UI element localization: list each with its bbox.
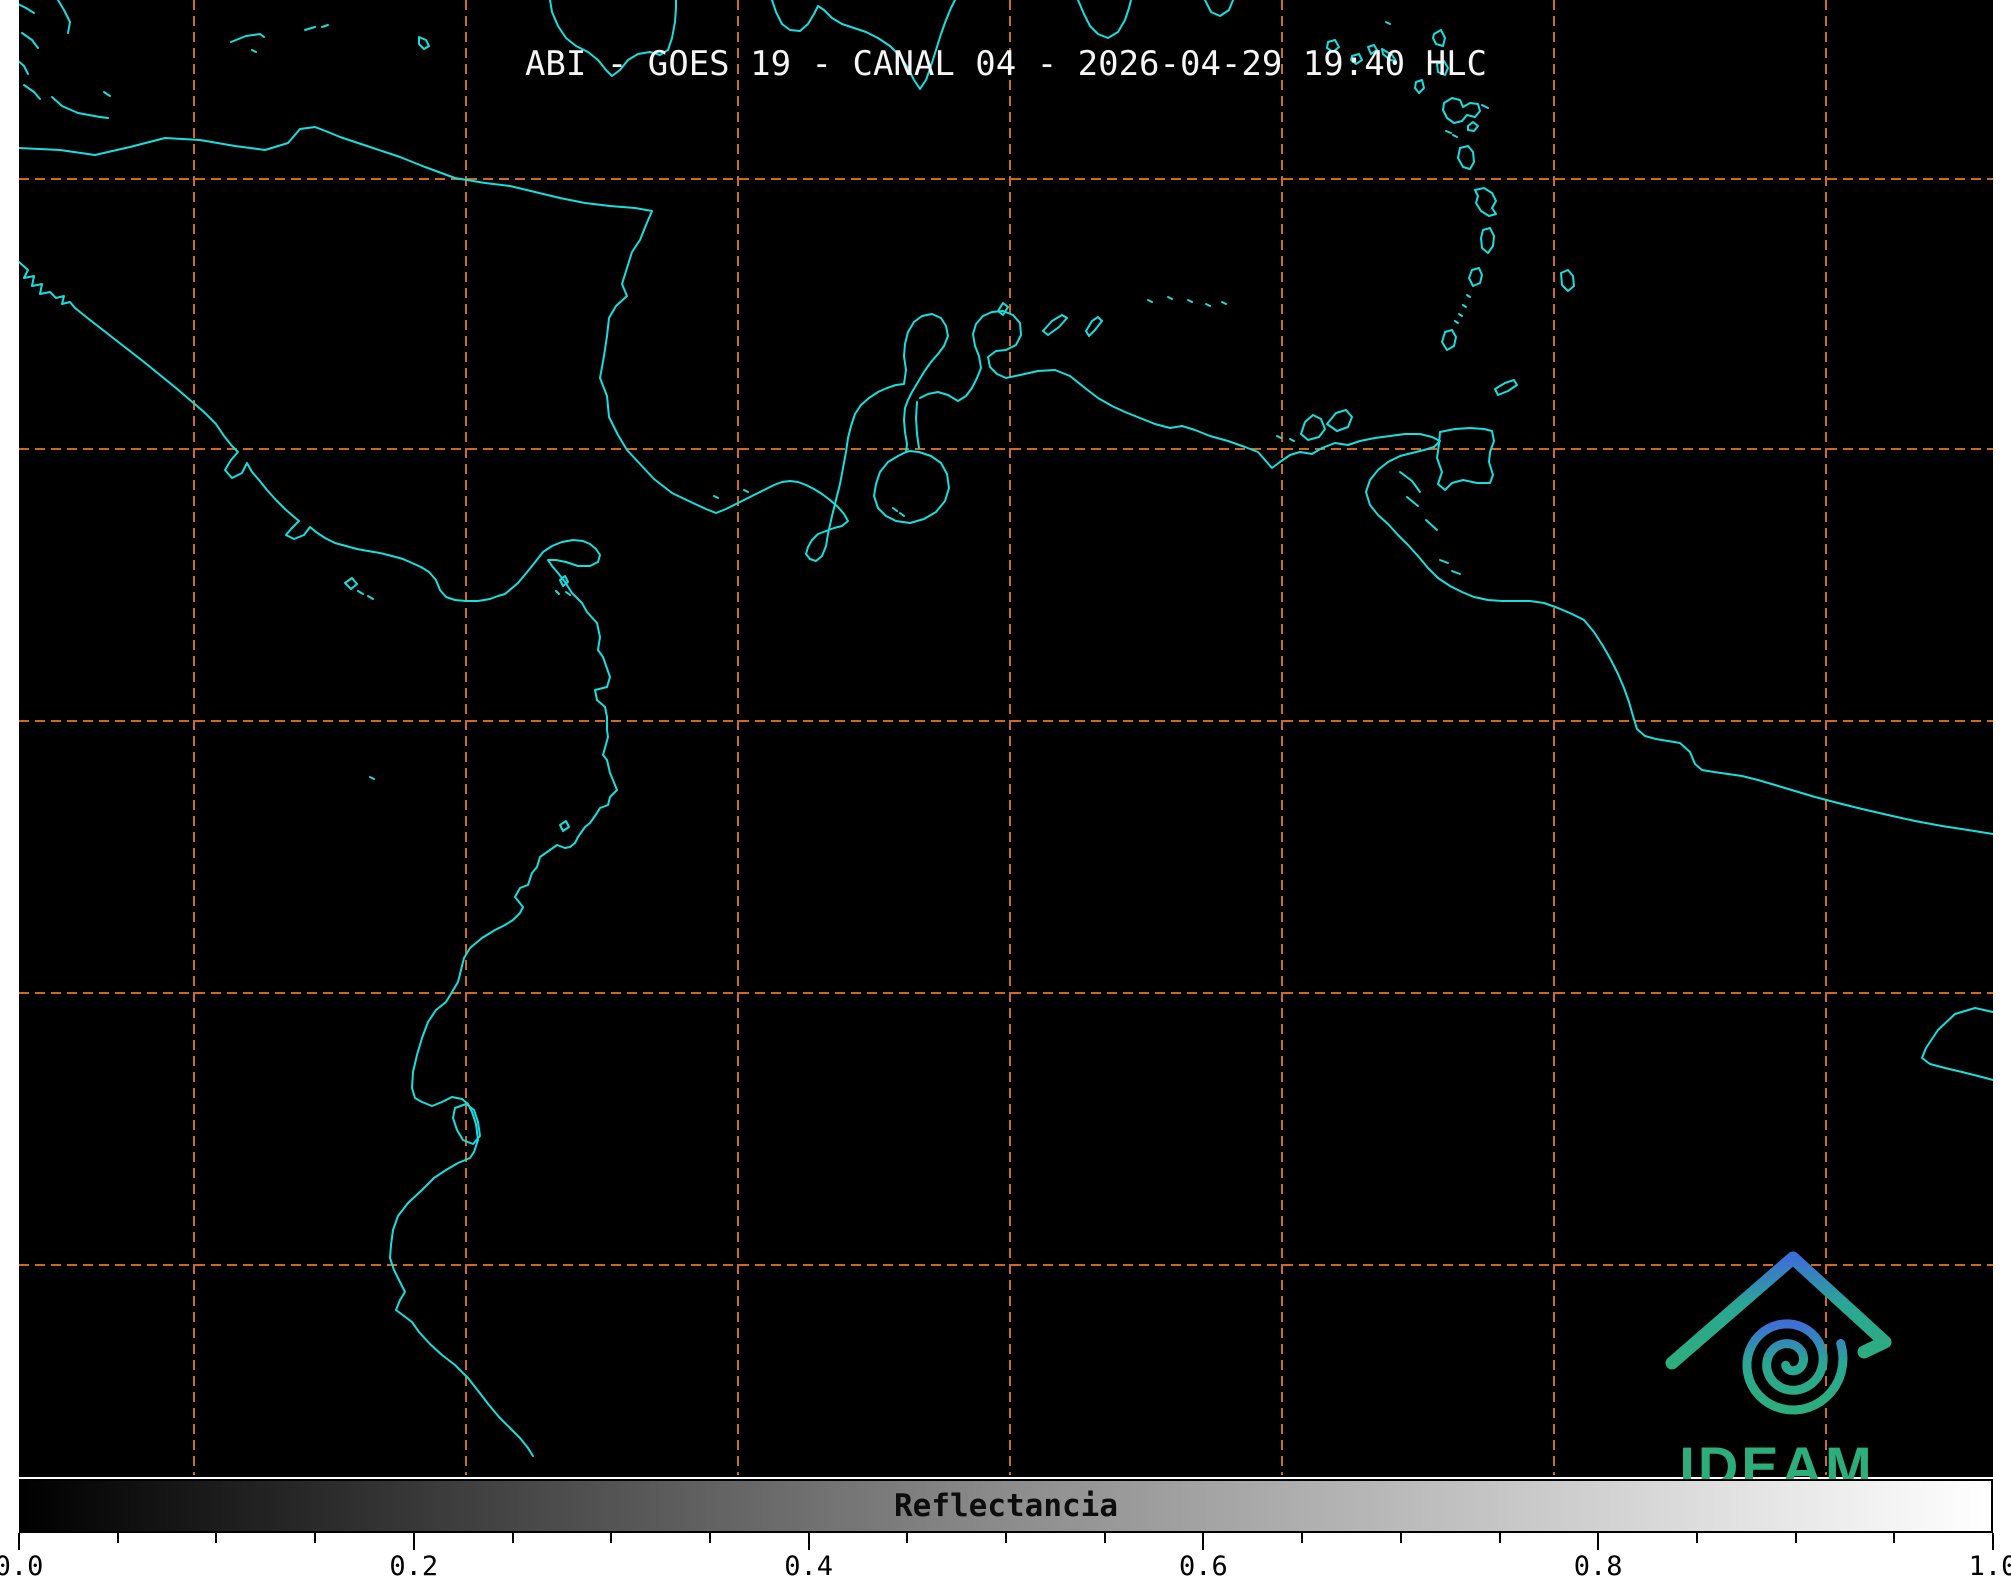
- minor-tick: [215, 1533, 218, 1543]
- coastline-path: [555, 590, 560, 595]
- coastline-path: [357, 590, 364, 595]
- coastline-path: [230, 33, 265, 43]
- minor-tick: [1103, 1533, 1106, 1543]
- tick-label: 0.2: [389, 1551, 439, 1577]
- colorbar-label: Reflectancia: [894, 1488, 1118, 1524]
- coastline-path: [1560, 269, 1575, 292]
- minor-tick: [1794, 1533, 1797, 1543]
- ideam-spiral-icon: [1742, 1319, 1848, 1415]
- tick-label: 0.8: [1573, 1551, 1623, 1577]
- coastline-path: [1399, 471, 1421, 493]
- minor-tick: [1695, 1533, 1698, 1543]
- major-tick: [807, 1533, 810, 1550]
- minor-tick: [708, 1533, 711, 1543]
- minor-tick: [1399, 1533, 1402, 1543]
- coastline-path: [1481, 104, 1489, 109]
- tick-label: 1.0: [1968, 1551, 2011, 1577]
- coastline-path: [1452, 134, 1458, 138]
- coastline-path: [51, 96, 109, 119]
- coastline-path: [1326, 409, 1353, 432]
- coastline-path: [1276, 435, 1282, 439]
- coastline-path: [713, 495, 719, 499]
- minor-tick: [1498, 1533, 1501, 1543]
- coastline-path: [565, 591, 571, 596]
- coastline-path: [1921, 1007, 1994, 1081]
- coastline-path: [1187, 299, 1193, 303]
- coastline-path: [915, 401, 920, 449]
- coastline-path: [18, 126, 949, 562]
- coastline-path: [559, 820, 570, 832]
- reflectance-colorbar: Reflectancia: [19, 1479, 1993, 1533]
- coastline-path: [1167, 296, 1173, 300]
- coastline-path: [103, 91, 111, 97]
- major-tick: [412, 1533, 415, 1550]
- coastline-path: [1468, 267, 1483, 287]
- coastline-path: [1439, 559, 1449, 564]
- colorbar-tick-marks: [18, 1533, 1994, 1553]
- major-tick: [1597, 1533, 1600, 1550]
- coastline-path: [1221, 301, 1227, 305]
- coastline-path: [743, 489, 749, 493]
- coastline-path: [304, 26, 316, 31]
- right-margin: [1993, 0, 2011, 1577]
- coastline-path: [1147, 299, 1153, 303]
- image-title: ABI - GOES 19 - CANAL 04 - 2026-04-29 19…: [524, 44, 1488, 84]
- coastline-path: [1385, 21, 1391, 25]
- minor-tick: [1893, 1533, 1896, 1543]
- coastline-path: [1205, 303, 1211, 307]
- coastline-path: [873, 450, 950, 524]
- coastline-path: [369, 776, 375, 780]
- coastline-path: [1436, 427, 1495, 491]
- coastline-path: [1480, 227, 1495, 254]
- coastline-path: [1466, 294, 1471, 298]
- ideam-logo: IDEAM: [1650, 1230, 1910, 1498]
- tick-label: 0.4: [784, 1551, 833, 1577]
- coastline-path: [1451, 570, 1461, 575]
- coastline-path: [1467, 121, 1479, 132]
- coastline-path: [367, 595, 374, 600]
- coastline-path: [1442, 97, 1481, 124]
- minor-tick: [610, 1533, 613, 1543]
- minor-tick: [314, 1533, 317, 1543]
- coastline-path: [23, 84, 41, 100]
- coastline-path: [1474, 187, 1497, 217]
- colorbar-tick-labels: 0.0 0.2 0.4 0.6 0.8 1.0: [0, 1551, 2011, 1577]
- major-tick: [1202, 1533, 1205, 1550]
- coastline-path: [892, 507, 898, 512]
- left-margin: [0, 0, 19, 1577]
- coastline-path: [1406, 496, 1419, 507]
- ideam-mountain-icon: [1665, 1251, 1892, 1415]
- coastline-path: [1204, 0, 1234, 17]
- coastline-path: [1077, 0, 1132, 39]
- major-tick: [1992, 1533, 1994, 1550]
- minor-tick: [1301, 1533, 1304, 1543]
- minor-tick: [906, 1533, 909, 1543]
- satellite-image-viewport: ABI - GOES 19 - CANAL 04 - 2026-04-29 19…: [0, 0, 2011, 1577]
- tick-label: 0.0: [0, 1551, 44, 1577]
- tick-label: 0.6: [1179, 1551, 1228, 1577]
- minor-tick: [1005, 1533, 1007, 1543]
- coastline-path: [1494, 379, 1518, 396]
- coastline-path: [1454, 320, 1459, 324]
- coastline-path: [1457, 145, 1475, 170]
- coastline-path: [1042, 314, 1068, 336]
- coastline-path: [1462, 304, 1467, 308]
- major-tick: [18, 1533, 20, 1550]
- coastline-path: [57, 0, 71, 34]
- coastline-path: [321, 24, 329, 28]
- coastline-path: [344, 577, 358, 590]
- coastline-path: [1085, 316, 1103, 337]
- coastline-path: [899, 512, 905, 517]
- coastline-path: [1458, 313, 1463, 317]
- minor-tick: [116, 1533, 119, 1543]
- coastline-path: [1445, 130, 1452, 134]
- coastline-path: [18, 261, 618, 1457]
- coastline-path: [1425, 519, 1438, 531]
- minor-tick: [511, 1533, 514, 1543]
- coastline-path: [1300, 414, 1326, 441]
- coastline-path: [1289, 438, 1295, 442]
- coastline-path: [1441, 329, 1457, 351]
